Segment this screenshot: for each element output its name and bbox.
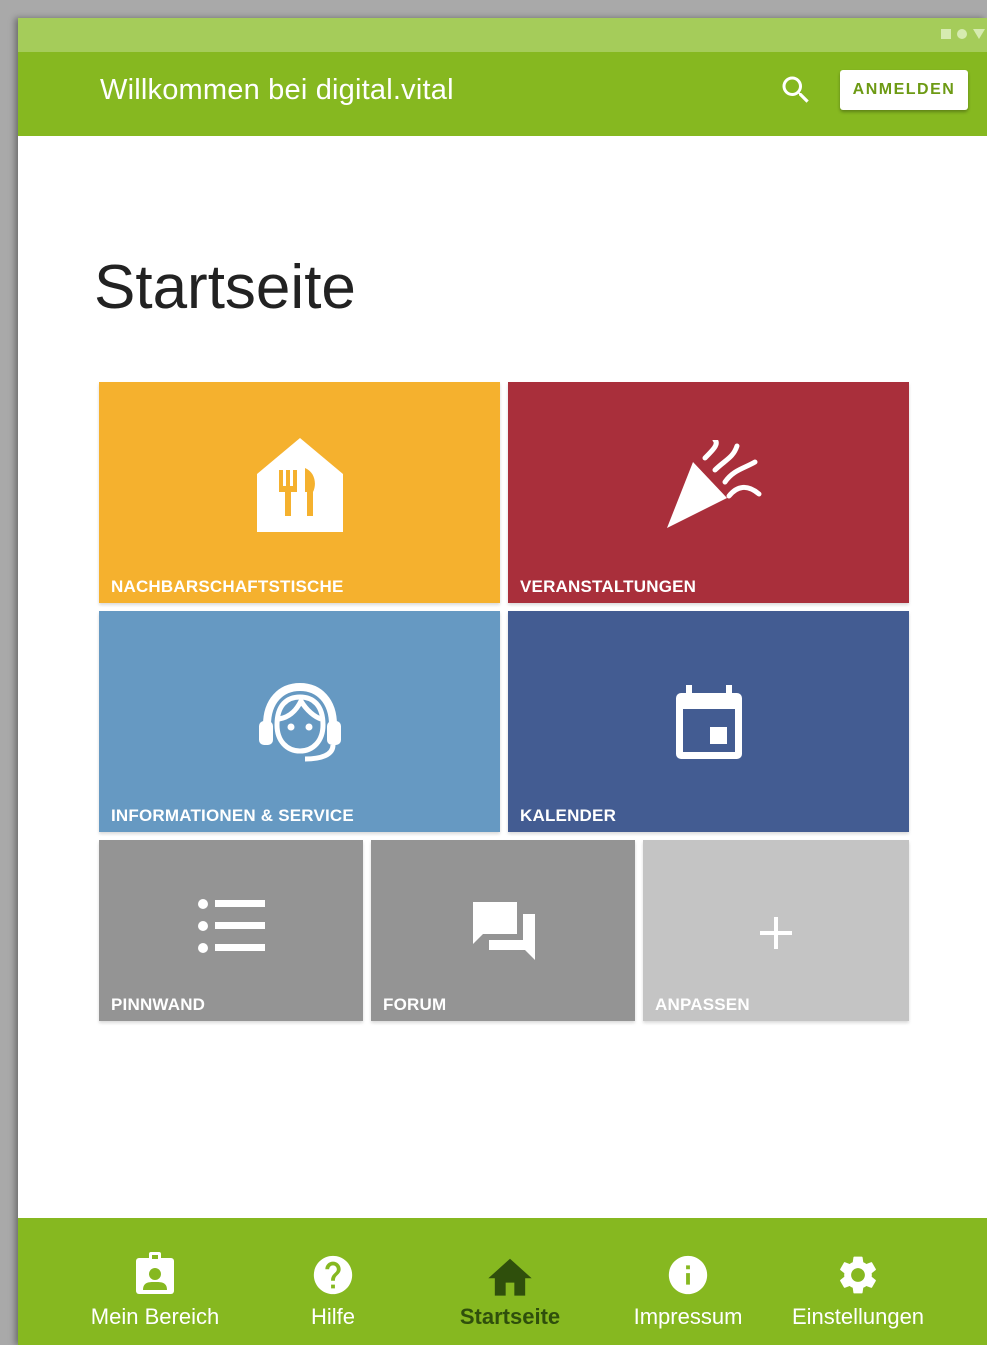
device-screen: Willkommen bei digital.vital ANMELDEN St…	[18, 18, 987, 1345]
tile-label: PINNWAND	[111, 995, 206, 1014]
status-circle-icon	[957, 29, 967, 39]
app-title: Willkommen bei digital.vital	[100, 74, 454, 106]
calendar-icon	[676, 685, 742, 759]
tile-label: INFORMATIONEN & SERVICE	[111, 806, 354, 825]
nav-label: Einstellungen	[791, 1304, 925, 1329]
tile-anpassen[interactable]: ANPASSEN	[643, 840, 909, 1021]
tile-nachbarschaftstische[interactable]: NACHBARSCHAFTSTISCHE	[99, 382, 500, 603]
tile-forum[interactable]: FORUM	[371, 840, 635, 1021]
status-bar	[18, 18, 987, 52]
nav-label: Mein Bereich	[90, 1304, 220, 1329]
nav-label: Impressum	[633, 1304, 743, 1329]
tile-label: FORUM	[383, 995, 447, 1014]
tile-veranstaltungen[interactable]: VERANSTALTUNGEN	[508, 382, 909, 603]
nav-label: Startseite	[459, 1304, 561, 1329]
settings-icon	[840, 1256, 876, 1294]
nav-hilfe[interactable]: Hilfe	[245, 1218, 421, 1345]
status-signal-icon	[973, 29, 985, 39]
page-title: Startseite	[94, 253, 356, 322]
nav-label: Hilfe	[310, 1304, 355, 1329]
home-icon	[488, 1258, 532, 1296]
nav-mein-bereich[interactable]: Mein Bereich	[67, 1218, 243, 1345]
tile-label: KALENDER	[520, 806, 617, 825]
help-icon	[313, 1255, 353, 1295]
info-icon	[668, 1255, 708, 1295]
nav-einstellungen[interactable]: Einstellungen	[770, 1218, 946, 1345]
tile-pinnwand[interactable]: PINNWAND	[99, 840, 363, 1021]
support-agent-icon	[259, 683, 341, 762]
plus-icon	[760, 917, 792, 949]
restaurant-house-icon	[257, 438, 343, 532]
forum-icon	[473, 902, 535, 960]
tile-label: NACHBARSCHAFTSTISCHE	[111, 577, 344, 596]
badge-icon	[136, 1252, 174, 1294]
tile-label: VERANSTALTUNGEN	[520, 577, 697, 596]
login-button[interactable]: ANMELDEN	[840, 70, 968, 110]
nav-impressum[interactable]: Impressum	[600, 1218, 776, 1345]
status-square-icon	[941, 29, 951, 39]
tile-kalender[interactable]: KALENDER	[508, 611, 909, 832]
bottom-navigation: Mein Bereich Hilfe Startseite Impressum	[18, 1218, 987, 1345]
party-popper-icon	[667, 440, 762, 528]
tile-informationen-service[interactable]: INFORMATIONEN & SERVICE	[99, 611, 500, 832]
search-icon	[782, 76, 809, 103]
tile-label: ANPASSEN	[655, 995, 750, 1014]
status-icons	[941, 29, 985, 39]
list-icon	[198, 899, 265, 953]
nav-startseite[interactable]: Startseite	[422, 1218, 598, 1345]
app-bar: Willkommen bei digital.vital ANMELDEN	[18, 52, 987, 136]
search-button[interactable]	[778, 72, 814, 108]
